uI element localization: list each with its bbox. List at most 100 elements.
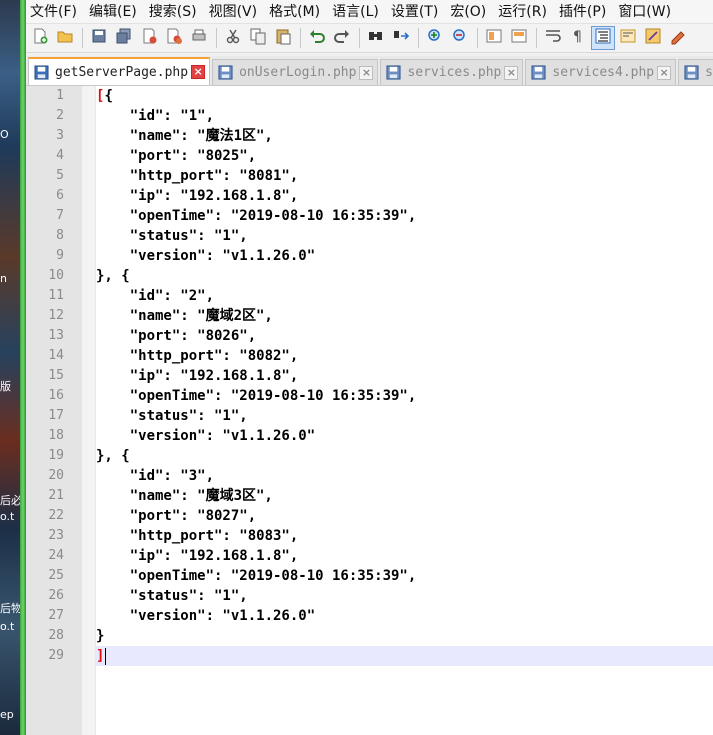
line-number: 28: [48, 628, 64, 643]
code-line[interactable]: 26 "status": "1",: [48, 586, 713, 606]
word-wrap-button[interactable]: [541, 26, 565, 50]
tab-label: services.php: [407, 65, 502, 80]
line-text: "http_port": "8083",: [96, 528, 299, 544]
menu-item[interactable]: 语言(L): [328, 1, 383, 23]
sync-vertical-button[interactable]: [482, 26, 506, 50]
desktop-text-fragment: 版: [0, 380, 11, 393]
menu-item[interactable]: 搜索(S): [145, 1, 201, 23]
code-line[interactable]: 6 "ip": "192.168.1.8",: [56, 186, 713, 206]
undo-icon: [308, 27, 326, 49]
tab-file[interactable]: getServerPage.php ×: [28, 57, 211, 85]
code-line[interactable]: 20 "id": "3",: [48, 466, 713, 486]
copy-button[interactable]: [246, 26, 270, 50]
function-list-button[interactable]: [641, 26, 665, 50]
code-line[interactable]: 3 "name": "魔法1区",: [56, 126, 713, 146]
code-line[interactable]: 8 "status": "1",: [56, 226, 713, 246]
tab-close-icon[interactable]: ×: [359, 65, 374, 80]
code-line[interactable]: 14 "http_port": "8082",: [48, 346, 713, 366]
toolbar-separator: [216, 28, 217, 48]
menu-item[interactable]: 格式(M): [265, 1, 324, 23]
menu-item[interactable]: 编辑(E): [85, 1, 141, 23]
zoom-in-button[interactable]: [423, 26, 447, 50]
code-line[interactable]: 9 "version": "v1.1.26.0": [56, 246, 713, 266]
saved-file-icon: [33, 64, 49, 80]
code-line[interactable]: 29]: [48, 646, 713, 666]
code-line[interactable]: 12 "name": "魔域2区",: [48, 306, 713, 326]
replace-button[interactable]: [389, 26, 413, 50]
open-file-button[interactable]: [53, 26, 77, 50]
code-line[interactable]: 11 "id": "2",: [48, 286, 713, 306]
line-text: "status": "1",: [96, 228, 248, 244]
code-line[interactable]: 10}, {: [48, 266, 713, 286]
tab-close-icon[interactable]: ×: [657, 65, 672, 80]
record-macro-button[interactable]: [666, 26, 690, 50]
code-editor[interactable]: 1[{2 "id": "1", 3 "name": "魔法1区", 4 "port"…: [26, 86, 713, 735]
tab-file[interactable]: services4.php ×: [525, 59, 677, 85]
line-text: [{: [96, 88, 113, 104]
tab-file[interactable]: onUserLogin.php ×: [212, 59, 379, 85]
tab-file[interactable]: s: [678, 59, 713, 85]
code-line[interactable]: 1 [{: [56, 86, 713, 106]
code-line[interactable]: 13 "port": "8026",: [48, 326, 713, 346]
code-line[interactable]: 4 "port": "8025",: [56, 146, 713, 166]
zoom-out-button[interactable]: [448, 26, 472, 50]
menu-item[interactable]: 视图(V): [205, 1, 262, 23]
code-line[interactable]: 15 "ip": "192.168.1.8",: [48, 366, 713, 386]
line-number: 21: [48, 488, 64, 503]
code-line[interactable]: 5 "http_port": "8081",: [56, 166, 713, 186]
line-number: 8: [56, 228, 64, 243]
line-text: "status": "1",: [96, 408, 248, 424]
find-button[interactable]: [364, 26, 388, 50]
toolbar-separator: [359, 28, 360, 48]
code-line[interactable]: 24 "ip": "192.168.1.8",: [48, 546, 713, 566]
code-line[interactable]: 21 "name": "魔域3区",: [48, 486, 713, 506]
code-line[interactable]: 23 "http_port": "8083",: [48, 526, 713, 546]
line-number: 13: [48, 328, 64, 343]
tab-close-icon[interactable]: ×: [504, 65, 519, 80]
menu-item[interactable]: 宏(O): [446, 1, 490, 23]
print-button[interactable]: [187, 26, 211, 50]
line-number: 16: [48, 388, 64, 403]
line-text: "port": "8027",: [96, 508, 257, 524]
code-line[interactable]: 25 "openTime": "2019-08-10 16:35:39",: [48, 566, 713, 586]
tab-file[interactable]: services.php ×: [380, 59, 524, 85]
menu-item[interactable]: 插件(P): [555, 1, 610, 23]
code-line[interactable]: 22 "port": "8027",: [48, 506, 713, 526]
line-number: 29: [48, 648, 64, 663]
code-line[interactable]: 16 "openTime": "2019-08-10 16:35:39",: [48, 386, 713, 406]
paste-button[interactable]: [271, 26, 295, 50]
redo-button[interactable]: [330, 26, 354, 50]
code-line[interactable]: 28}: [48, 626, 713, 646]
close-all-button[interactable]: [162, 26, 186, 50]
save-button[interactable]: [87, 26, 111, 50]
line-number: 15: [48, 368, 64, 383]
sync-horizontal-button[interactable]: [507, 26, 531, 50]
doc-map-button[interactable]: [616, 26, 640, 50]
indent-guide-button[interactable]: [591, 26, 615, 50]
toolbar-separator: [300, 28, 301, 48]
save-icon: [90, 27, 108, 49]
code-line[interactable]: 19}, {: [48, 446, 713, 466]
sync-horizontal-icon: [510, 27, 528, 49]
code-area[interactable]: 1[{2 "id": "1", 3 "name": "魔法1区", 4 "port"…: [48, 86, 713, 666]
cut-button[interactable]: [221, 26, 245, 50]
line-number: 26: [48, 588, 64, 603]
close-button[interactable]: [137, 26, 161, 50]
save-all-button[interactable]: [112, 26, 136, 50]
code-line[interactable]: 18 "version": "v1.1.26.0": [48, 426, 713, 446]
tab-label: onUserLogin.php: [239, 65, 357, 80]
menu-item[interactable]: 文件(F): [26, 1, 81, 23]
code-line[interactable]: 17 "status": "1",: [48, 406, 713, 426]
menu-item[interactable]: 设置(T): [387, 1, 442, 23]
replace-icon: [392, 27, 410, 49]
code-line[interactable]: 27 "version": "v1.1.26.0": [48, 606, 713, 626]
fold-margin[interactable]: [82, 86, 96, 735]
menu-item[interactable]: 运行(R): [494, 1, 551, 23]
show-all-chars-button[interactable]: ¶: [566, 26, 590, 50]
code-line[interactable]: 7 "openTime": "2019-08-10 16:35:39",: [56, 206, 713, 226]
code-line[interactable]: 2 "id": "1",: [56, 106, 713, 126]
new-file-button[interactable]: [28, 26, 52, 50]
undo-button[interactable]: [305, 26, 329, 50]
menu-item[interactable]: 窗口(W): [614, 1, 675, 23]
tab-close-icon[interactable]: ×: [191, 65, 206, 79]
